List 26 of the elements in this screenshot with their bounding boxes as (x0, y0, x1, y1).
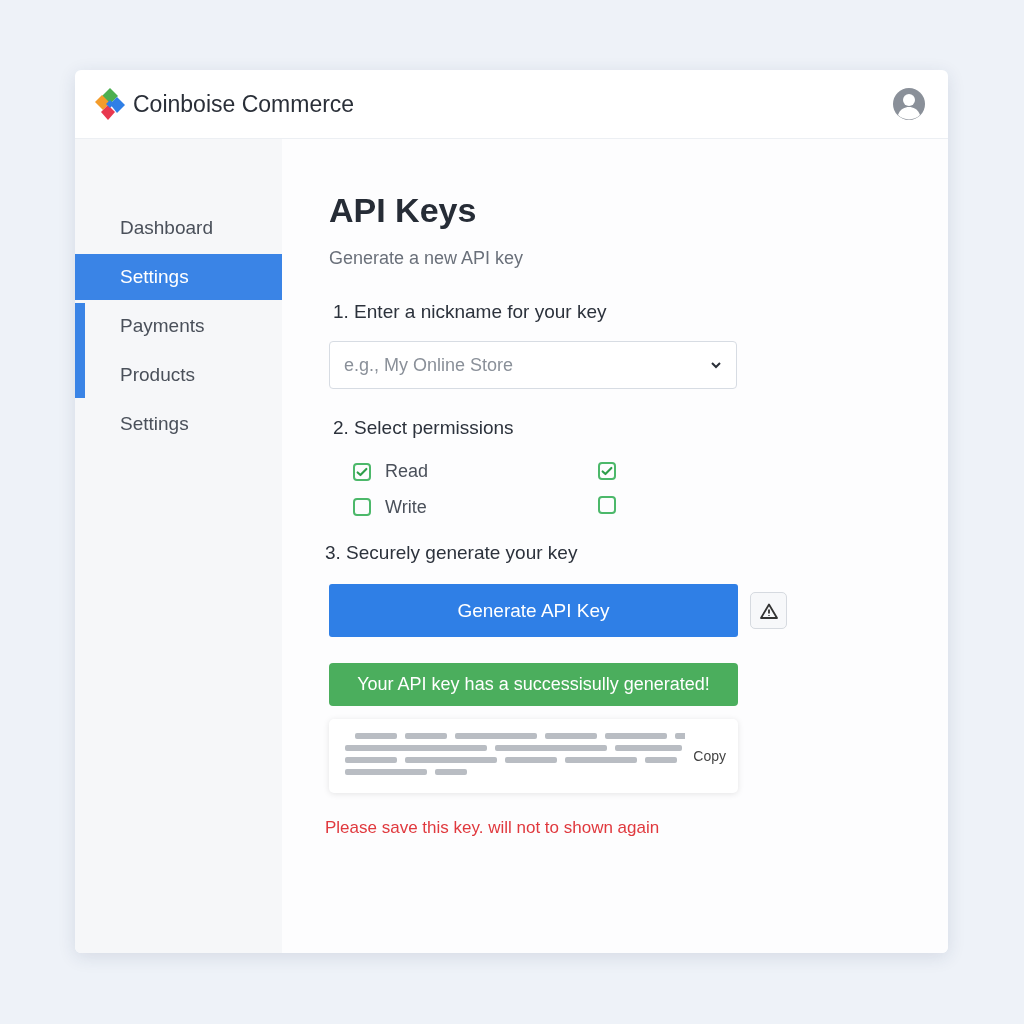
avatar-icon[interactable] (892, 87, 926, 121)
checkbox[interactable] (598, 496, 616, 514)
checkbox[interactable] (353, 462, 371, 481)
brand-name: Coinboise Commerce (133, 90, 356, 118)
warning-icon (759, 602, 778, 619)
checkbox[interactable] (598, 461, 616, 480)
sidebar-item[interactable]: Payments (85, 303, 282, 349)
generate-button[interactable]: Generate API Key (329, 584, 738, 637)
chevron-down-icon (710, 361, 722, 369)
logo-icon (95, 87, 125, 121)
sidebar-item[interactable]: Settings (85, 401, 282, 447)
checkbox[interactable] (353, 498, 371, 516)
success-banner: Your API key has a successisully generated! (329, 663, 738, 706)
page-title: API Keys (329, 191, 478, 230)
permission-label: Read (385, 461, 429, 482)
step-label: 3. Securely generate your key (325, 542, 579, 564)
warning-button[interactable] (750, 592, 787, 629)
warning-message: Please save this key. will not to shown again (325, 818, 661, 838)
step-label: 2. Select permissions (333, 417, 515, 439)
copy-button[interactable]: Copy (693, 748, 726, 764)
sidebar-item[interactable]: Products (85, 352, 282, 398)
step-label: 1. Enter a nickname for your key (333, 301, 608, 323)
sidebar-item[interactable]: Settings (75, 254, 282, 300)
permission-label: Write (385, 496, 427, 518)
sidebar-item[interactable]: Dashboard (85, 205, 282, 251)
subtitle: Generate a new API key (329, 248, 525, 269)
